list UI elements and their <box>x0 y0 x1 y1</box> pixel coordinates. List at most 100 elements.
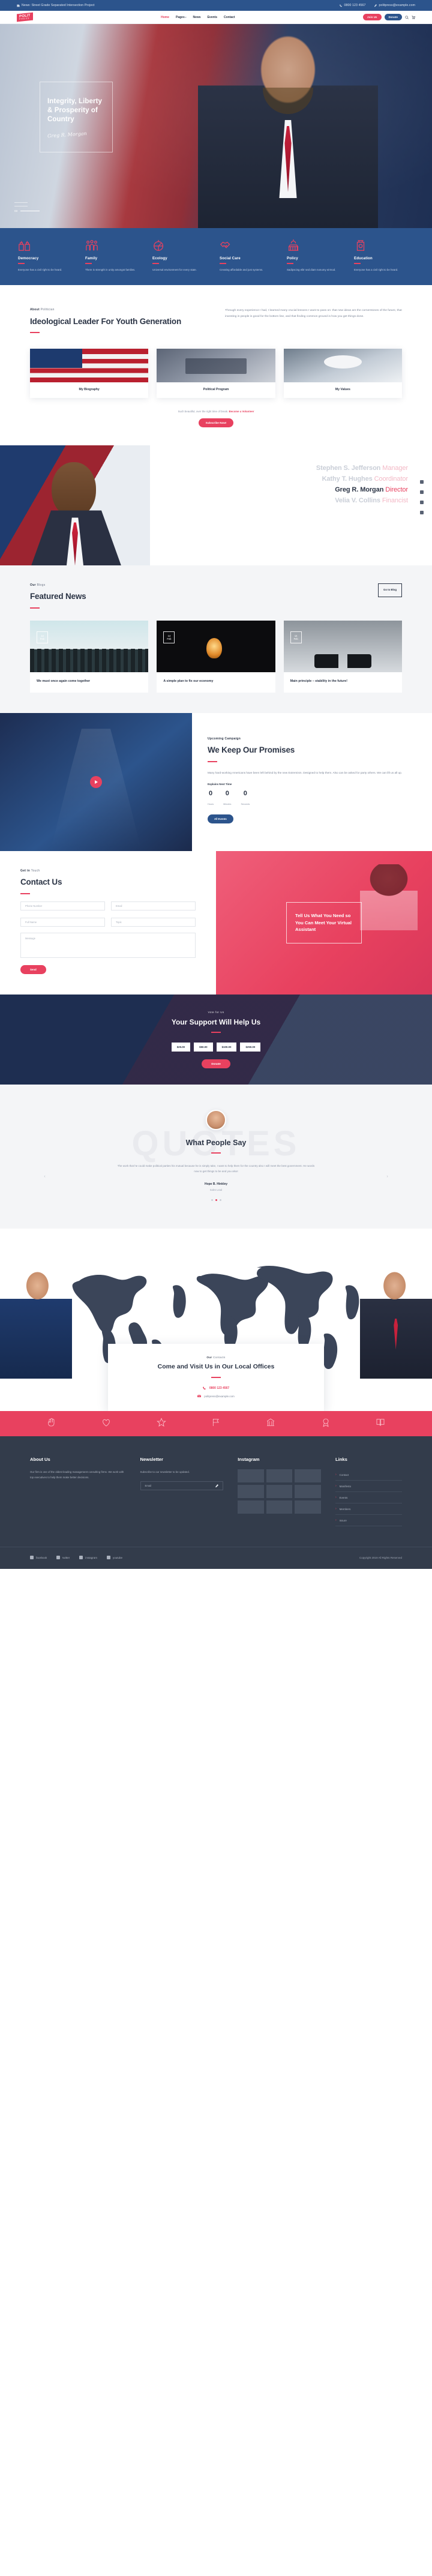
team-member-2[interactable]: Greg R. Morgan Director <box>156 485 408 496</box>
pencil-icon[interactable] <box>215 1484 219 1488</box>
footer-socials: facebook twitter instagram youtube <box>30 1556 122 1560</box>
news-card-0[interactable]: 14 Feb We must once again come together <box>30 620 149 693</box>
footer-link-events[interactable]: Events <box>335 1492 402 1504</box>
nav-item-news[interactable]: News <box>193 16 201 19</box>
promises-paragraph: Many hard-working Americans have been le… <box>208 771 403 774</box>
about-heading-col: About Politician Ideological Leader For … <box>30 308 207 334</box>
slide-dash <box>14 202 28 203</box>
amount-100[interactable]: $100.00 <box>216 1042 237 1052</box>
message-field[interactable]: Message <box>20 932 196 958</box>
instagram-tile[interactable] <box>238 1485 264 1499</box>
news-card-1[interactable]: 14 Feb A simple plan to fix our economy <box>157 620 275 693</box>
team-member-3[interactable]: Velia V. Collins Financist <box>156 496 408 507</box>
news-card-2[interactable]: 14 Feb Main principle – stability in the… <box>283 620 402 693</box>
instagram-tile[interactable] <box>266 1469 293 1483</box>
testimonial-underline <box>211 1152 221 1154</box>
phone-field[interactable]: Phone Number <box>20 901 105 910</box>
feature-family[interactable]: Family There is strength in unity amongs… <box>82 239 149 272</box>
topbar-news[interactable]: News: Street Grade Separated Intersectio… <box>17 4 95 7</box>
youtube-icon[interactable] <box>420 511 424 515</box>
cart-icon[interactable] <box>412 15 415 19</box>
feature-education[interactable]: Education Everyone has a civil right to … <box>350 239 418 272</box>
office-email-row[interactable]: politpress@example.com <box>122 1394 310 1398</box>
footer-social-twitter[interactable]: twitter <box>56 1556 70 1560</box>
amount-50[interactable]: $50.00 <box>194 1042 213 1052</box>
dot-2[interactable] <box>219 1199 221 1202</box>
feature-title: Education <box>354 256 373 260</box>
dot-1[interactable] <box>215 1199 217 1202</box>
footer-social-instagram[interactable]: instagram <box>79 1556 97 1560</box>
footer-link-manifesto[interactable]: Manifesto <box>335 1481 402 1493</box>
promises-section: Upcoming Campaign We Keep Our Promises M… <box>0 713 432 852</box>
donate-button[interactable]: Donate <box>384 14 402 20</box>
instagram-tile[interactable] <box>238 1500 264 1514</box>
topbar-phone[interactable]: 0800 123 4567 <box>339 4 366 7</box>
instagram-tile[interactable] <box>238 1469 264 1483</box>
join-us-button[interactable]: Join Us <box>363 14 382 20</box>
feature-ecology[interactable]: Ecology Universal environment for every … <box>149 239 216 272</box>
go-to-blog-button[interactable]: Go to Blog <box>378 583 402 597</box>
volunteer-link[interactable]: Become a Volunteer <box>229 410 254 413</box>
chevron-right-icon[interactable]: › <box>385 1175 390 1180</box>
family-icon <box>85 239 145 252</box>
footer-link-members[interactable]: Members <box>335 1503 402 1515</box>
office-phone: 0800 123 4567 <box>209 1386 230 1391</box>
nav-item-pages[interactable]: Pages▾ <box>176 16 187 19</box>
instagram-icon <box>79 1556 83 1560</box>
instagram-icon[interactable] <box>420 501 424 505</box>
nav-item-contact[interactable]: Contact <box>224 16 235 19</box>
about-card-program[interactable]: Political Program <box>157 349 275 399</box>
news-date: 14 Feb <box>163 631 175 644</box>
footer-link-contact[interactable]: Contact <box>335 1469 402 1481</box>
about-card-values[interactable]: My Values <box>283 349 402 399</box>
testimonial-section: QUOTES ‹ › What People Say The work that… <box>0 1084 432 1229</box>
topic-field[interactable]: Topic <box>111 917 196 927</box>
about-card-biography[interactable]: My Biography <box>30 349 149 399</box>
feature-social-care[interactable]: Social Care Creating affordable and just… <box>216 239 283 272</box>
dot-0[interactable] <box>211 1199 213 1202</box>
play-icon[interactable] <box>90 776 102 789</box>
instagram-tile[interactable] <box>266 1500 293 1514</box>
feature-policy[interactable]: Policy Sadipscing elitr sed diam nonumy … <box>283 239 350 272</box>
site-logo[interactable]: POLIT PRESS <box>17 12 33 22</box>
fullname-field[interactable]: Full Name <box>20 917 105 927</box>
footer-social-facebook[interactable]: facebook <box>30 1556 47 1560</box>
amount-25[interactable]: $25.00 <box>171 1042 191 1052</box>
send-button[interactable]: Send <box>20 964 46 974</box>
hero-slide-03[interactable]: 03 <box>14 209 40 212</box>
email-field[interactable]: Email <box>111 901 196 910</box>
all-events-button[interactable]: All Events <box>208 814 233 824</box>
instagram-tile[interactable] <box>295 1500 321 1514</box>
features-section: Democracy Everyone has a civil right to … <box>0 228 432 286</box>
topbar-email[interactable]: politpress@example.com <box>374 4 415 7</box>
bulb-photo: 14 Feb <box>157 620 275 672</box>
topbar-news-text: News: Street Grade Separated Intersectio… <box>22 4 95 7</box>
facebook-icon[interactable] <box>420 480 424 484</box>
chevron-left-icon[interactable]: ‹ <box>42 1175 47 1180</box>
instagram-tile[interactable] <box>266 1485 293 1499</box>
newsletter-email-input[interactable]: Email <box>140 1481 224 1491</box>
feature-democracy[interactable]: Democracy Everyone has a civil right to … <box>14 239 82 272</box>
instagram-tile[interactable] <box>295 1485 321 1499</box>
footer-social-youtube[interactable]: youtube <box>107 1556 122 1560</box>
team-member-0[interactable]: Stephen S. Jefferson Manager <box>156 463 408 474</box>
feature-title: Social Care <box>220 256 241 260</box>
amount-250[interactable]: $250.00 <box>240 1042 261 1052</box>
nav-label-news: News <box>193 15 201 19</box>
instagram-tile[interactable] <box>295 1469 321 1483</box>
hero-slide-01[interactable] <box>14 202 40 203</box>
promises-video[interactable] <box>0 713 192 852</box>
nav-item-events[interactable]: Events <box>208 16 217 19</box>
nav-item-home[interactable]: Home <box>161 16 169 19</box>
news-underline <box>30 607 40 609</box>
subscribe-button[interactable]: Subscribe Now! <box>198 418 234 428</box>
news-date: 14 Feb <box>37 631 49 644</box>
team-member-1[interactable]: Kathy T. Hughes Coordinator <box>156 474 409 485</box>
twitter-icon[interactable] <box>420 490 424 495</box>
donate-submit-button[interactable]: Donate <box>202 1059 230 1068</box>
office-phone-row[interactable]: 0800 123 4567 <box>122 1386 310 1390</box>
footer-links: Links Contact Manifesto Events Members I… <box>335 1457 402 1527</box>
footer-link-issure[interactable]: Issure <box>335 1515 402 1527</box>
search-icon[interactable] <box>405 15 409 19</box>
feature-desc: Everyone has a civil right to be heard. <box>18 268 62 271</box>
